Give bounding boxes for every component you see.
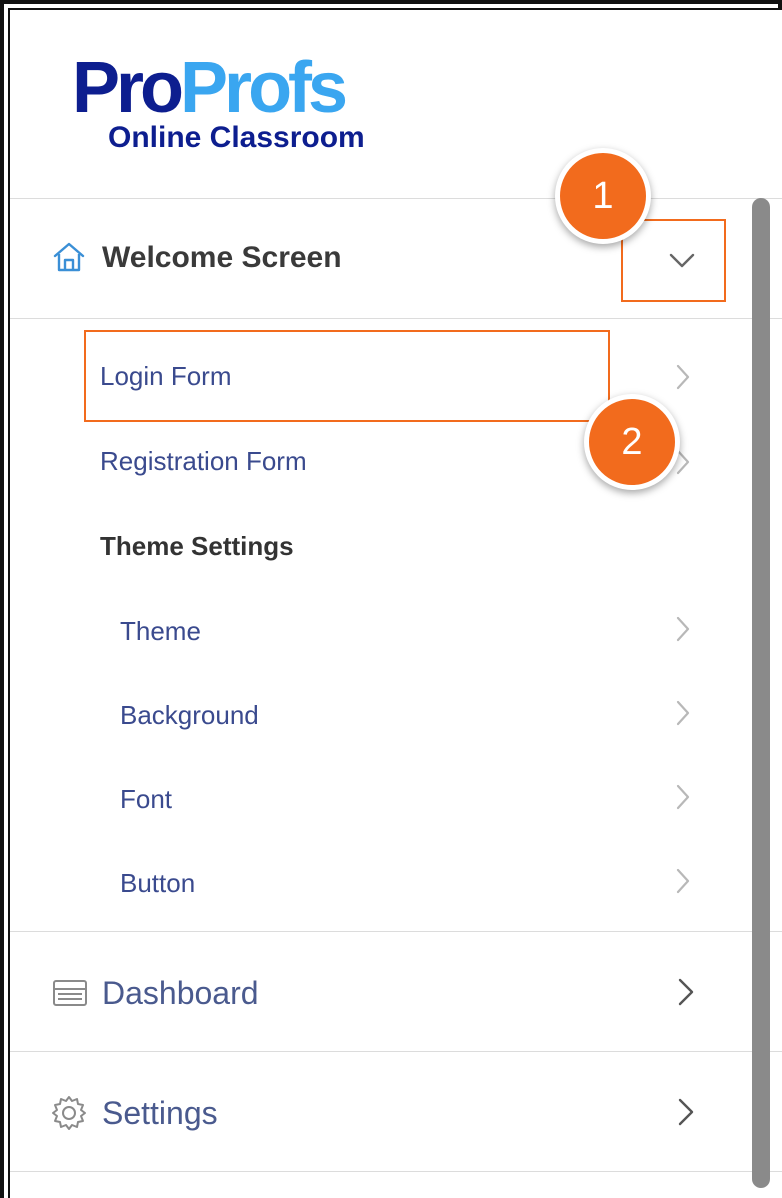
annotation-box-1 [621, 219, 726, 302]
chevron-right-icon [676, 868, 690, 894]
theme-settings-heading: Theme Settings [100, 531, 294, 561]
chevron-right-icon [676, 616, 690, 642]
panel-border-top [8, 8, 782, 10]
submenu-theme[interactable]: Theme [120, 615, 201, 647]
welcome-screen-label: Welcome Screen [102, 241, 342, 274]
submenu-button[interactable]: Button [120, 867, 195, 899]
chevron-right-icon [676, 364, 690, 390]
chevron-right-icon [676, 784, 690, 810]
chevron-right-icon[interactable] [676, 1096, 696, 1128]
settings-label: Settings [102, 1095, 218, 1131]
divider [10, 1171, 782, 1172]
chevron-right-icon [676, 700, 690, 726]
home-icon [53, 242, 85, 272]
annotation-badge-1: 1 [555, 148, 651, 244]
logo-profs: Profs [180, 48, 348, 128]
chevron-right-icon[interactable] [676, 976, 696, 1008]
submenu-background[interactable]: Background [120, 699, 259, 731]
scrollbar[interactable] [752, 198, 770, 1188]
gear-icon [52, 1096, 86, 1130]
dashboard-label: Dashboard [102, 975, 259, 1011]
submenu-registration-form[interactable]: Registration Form [100, 445, 307, 477]
annotation-box-2 [84, 330, 610, 422]
logo-wordmark: ProProfs [72, 48, 348, 128]
logo-subtitle: Online Classroom [108, 121, 365, 154]
annotation-badge-2: 2 [584, 394, 680, 490]
divider [10, 318, 782, 319]
submenu-font[interactable]: Font [120, 783, 172, 815]
proprofs-logo: ProProfs Online Classroom [72, 48, 402, 158]
dashboard-icon [53, 980, 87, 1006]
logo-pro: Pro [72, 48, 184, 128]
